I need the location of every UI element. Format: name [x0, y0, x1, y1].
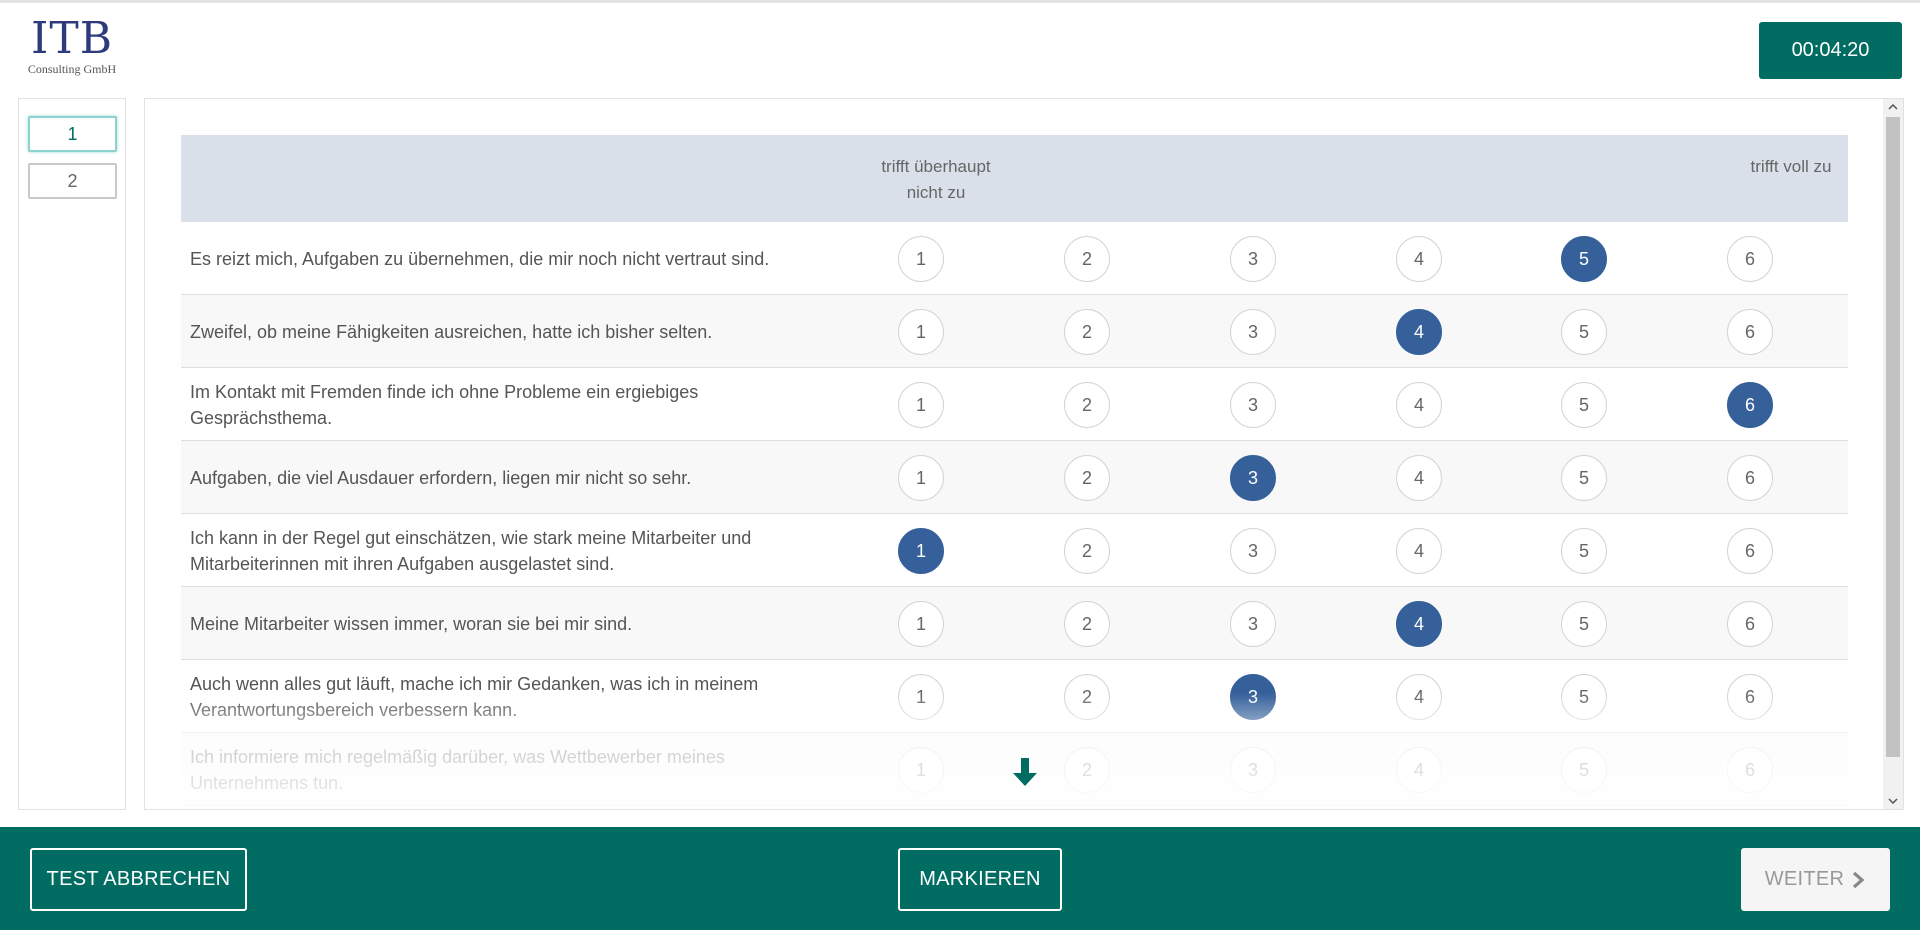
rating-option-2[interactable]: 2	[1064, 528, 1110, 574]
chevron-right-icon	[1853, 871, 1865, 888]
rating-option-4[interactable]: 4	[1396, 528, 1442, 574]
rating-table: trifft überhaupt nicht zu trifft voll zu…	[181, 135, 1848, 806]
page-navigation: 1 2	[18, 98, 126, 810]
rating-option-6[interactable]: 6	[1727, 236, 1773, 282]
rating-option-6[interactable]: 6	[1727, 455, 1773, 501]
question-text: Auch wenn alles gut läuft, mache ich mir…	[190, 673, 759, 720]
rating-option-2[interactable]: 2	[1064, 236, 1110, 282]
vertical-scrollbar[interactable]	[1883, 99, 1903, 809]
rating-option-4[interactable]: 4	[1396, 236, 1442, 282]
page-button-1[interactable]: 1	[28, 116, 117, 152]
question-text: Zweifel, ob meine Fähigkeiten ausreichen…	[190, 321, 713, 342]
logo-subtitle: Consulting GmbH	[27, 62, 117, 76]
question-row: Im Kontakt mit Fremden finde ich ohne Pr…	[181, 368, 1848, 441]
question-text: Es reizt mich, Aufgaben zu übernehmen, d…	[190, 248, 770, 269]
rating-option-1[interactable]: 1	[898, 236, 944, 282]
rating-option-1[interactable]: 1	[898, 601, 944, 647]
rating-option-5[interactable]: 5	[1561, 528, 1607, 574]
rating-option-4[interactable]: 4	[1396, 601, 1442, 647]
scroll-up-icon[interactable]	[1883, 99, 1903, 115]
top-border	[0, 0, 1920, 3]
rating-option-5[interactable]: 5	[1561, 674, 1607, 720]
rating-option-3[interactable]: 3	[1230, 747, 1276, 793]
rating-option-5[interactable]: 5	[1561, 309, 1607, 355]
item-list: Es reizt mich, Aufgaben zu übernehmen, d…	[181, 222, 1848, 806]
question-text: Aufgaben, die viel Ausdauer erfordern, l…	[190, 467, 692, 488]
rating-option-5[interactable]: 5	[1561, 601, 1607, 647]
cancel-test-button[interactable]: TEST ABBRECHEN	[30, 848, 247, 911]
question-row: Ich kann in der Regel gut einschätzen, w…	[181, 514, 1848, 587]
rating-option-6[interactable]: 6	[1727, 382, 1773, 428]
question-text: Ich informiere mich regelmäßig darüber, …	[190, 746, 725, 793]
footer-bar: TEST ABBRECHEN MARKIEREN WEITER	[0, 827, 1920, 930]
scale-low-label-line1: trifft überhaupt	[881, 157, 991, 176]
scale-header: trifft überhaupt nicht zu trifft voll zu	[181, 135, 1848, 222]
rating-option-3[interactable]: 3	[1230, 236, 1276, 282]
questionnaire-panel: trifft überhaupt nicht zu trifft voll zu…	[144, 98, 1904, 810]
rating-option-2[interactable]: 2	[1064, 455, 1110, 501]
rating-option-2[interactable]: 2	[1064, 674, 1110, 720]
rating-option-3[interactable]: 3	[1230, 528, 1276, 574]
rating-option-6[interactable]: 6	[1727, 309, 1773, 355]
rating-option-1[interactable]: 1	[898, 674, 944, 720]
rating-option-4[interactable]: 4	[1396, 382, 1442, 428]
rating-option-2[interactable]: 2	[1064, 747, 1110, 793]
rating-option-2[interactable]: 2	[1064, 601, 1110, 647]
rating-option-2[interactable]: 2	[1064, 382, 1110, 428]
rating-option-5[interactable]: 5	[1561, 382, 1607, 428]
rating-option-1[interactable]: 1	[898, 309, 944, 355]
rating-option-1[interactable]: 1	[898, 455, 944, 501]
company-logo: ITB Consulting GmbH	[17, 13, 127, 77]
question-row: Es reizt mich, Aufgaben zu übernehmen, d…	[181, 222, 1848, 295]
question-text: Ich kann in der Regel gut einschätzen, w…	[190, 527, 752, 574]
question-text: Im Kontakt mit Fremden finde ich ohne Pr…	[190, 381, 699, 428]
arrow-down-icon[interactable]	[1010, 756, 1040, 788]
rating-option-2[interactable]: 2	[1064, 309, 1110, 355]
rating-option-6[interactable]: 6	[1727, 528, 1773, 574]
scale-low-label: trifft überhaupt nicht zu	[876, 154, 996, 206]
rating-option-5[interactable]: 5	[1561, 747, 1607, 793]
scroll-down-icon[interactable]	[1883, 793, 1903, 809]
rating-option-5[interactable]: 5	[1561, 455, 1607, 501]
scale-high-label: trifft voll zu	[1750, 157, 1832, 176]
rating-option-3[interactable]: 3	[1230, 674, 1276, 720]
rating-option-3[interactable]: 3	[1230, 382, 1276, 428]
rating-option-6[interactable]: 6	[1727, 747, 1773, 793]
rating-option-1[interactable]: 1	[898, 382, 944, 428]
logo-brand: ITB	[30, 13, 114, 64]
question-row: Aufgaben, die viel Ausdauer erfordern, l…	[181, 441, 1848, 514]
rating-option-4[interactable]: 4	[1396, 455, 1442, 501]
rating-option-4[interactable]: 4	[1396, 309, 1442, 355]
rating-option-3[interactable]: 3	[1230, 455, 1276, 501]
question-row: Zweifel, ob meine Fähigkeiten ausreichen…	[181, 295, 1848, 368]
question-row: Meine Mitarbeiter wissen immer, woran si…	[181, 587, 1848, 660]
next-button[interactable]: WEITER	[1741, 848, 1890, 911]
countdown-timer: 00:04:20	[1759, 22, 1902, 79]
rating-option-3[interactable]: 3	[1230, 309, 1276, 355]
scale-low-label-line2: nicht zu	[906, 183, 966, 202]
rating-option-3[interactable]: 3	[1230, 601, 1276, 647]
next-button-label: WEITER	[1764, 868, 1845, 890]
rating-option-4[interactable]: 4	[1396, 674, 1442, 720]
rating-option-1[interactable]: 1	[898, 747, 944, 793]
mark-button[interactable]: MARKIEREN	[898, 848, 1062, 911]
page-button-2[interactable]: 2	[28, 163, 117, 199]
rating-option-1[interactable]: 1	[898, 528, 944, 574]
rating-option-6[interactable]: 6	[1727, 601, 1773, 647]
question-text: Meine Mitarbeiter wissen immer, woran si…	[190, 613, 633, 634]
scrollbar-thumb[interactable]	[1886, 117, 1900, 757]
rating-option-4[interactable]: 4	[1396, 747, 1442, 793]
rating-option-5[interactable]: 5	[1561, 236, 1607, 282]
question-row: Auch wenn alles gut läuft, mache ich mir…	[181, 660, 1848, 733]
rating-option-6[interactable]: 6	[1727, 674, 1773, 720]
